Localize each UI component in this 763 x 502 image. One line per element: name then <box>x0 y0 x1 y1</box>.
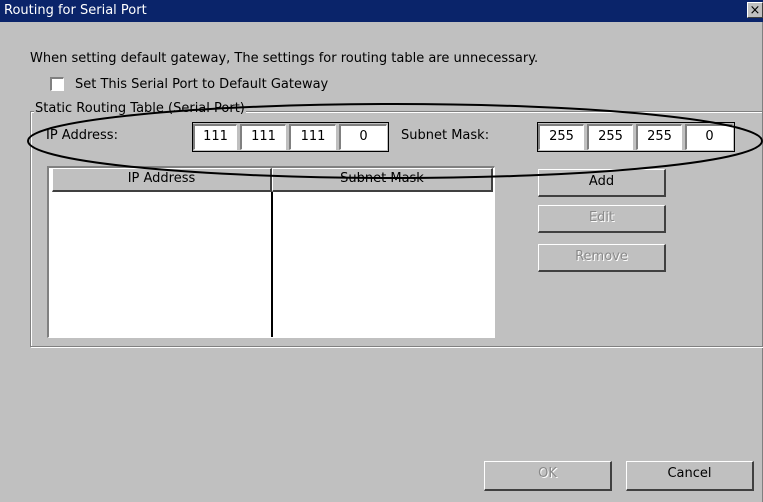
routing-dialog: Routing for Serial Port × When setting d… <box>0 0 763 502</box>
add-button[interactable]: Add <box>538 169 666 197</box>
close-icon[interactable]: × <box>747 2 763 18</box>
ip-octet-2[interactable]: 111 <box>240 124 286 150</box>
mask-octet-2[interactable]: 255 <box>587 124 633 150</box>
ok-button[interactable]: OK <box>484 461 612 491</box>
column-header-subnet-mask[interactable]: Subnet Mask <box>272 168 493 192</box>
title-bar: Routing for Serial Port × <box>0 0 763 22</box>
mask-octet-3[interactable]: 255 <box>636 124 682 150</box>
column-header-ip-address[interactable]: IP Address <box>52 168 272 192</box>
gateway-notice: When setting default gateway, The settin… <box>30 51 539 66</box>
mask-octet-4[interactable]: 0 <box>685 124 733 150</box>
default-gateway-label[interactable]: Set This Serial Port to Default Gateway <box>75 77 328 92</box>
ip-octet-3[interactable]: 111 <box>289 124 336 150</box>
cancel-button[interactable]: Cancel <box>626 461 754 491</box>
remove-button[interactable]: Remove <box>538 244 666 272</box>
edit-button[interactable]: Edit <box>538 205 666 233</box>
static-routing-group-title: Static Routing Table (Serial Port) <box>34 101 246 116</box>
ip-octet-4[interactable]: 0 <box>339 124 387 150</box>
dialog-title: Routing for Serial Port <box>4 3 147 18</box>
ip-address-label: IP Address: <box>46 128 118 143</box>
mask-octet-1[interactable]: 255 <box>538 124 584 150</box>
ip-octet-1[interactable]: 111 <box>193 124 237 150</box>
column-divider <box>271 192 273 337</box>
default-gateway-checkbox[interactable] <box>50 77 64 91</box>
subnet-mask-label: Subnet Mask: <box>401 128 490 143</box>
routing-table[interactable]: IP Address Subnet Mask <box>47 166 495 338</box>
